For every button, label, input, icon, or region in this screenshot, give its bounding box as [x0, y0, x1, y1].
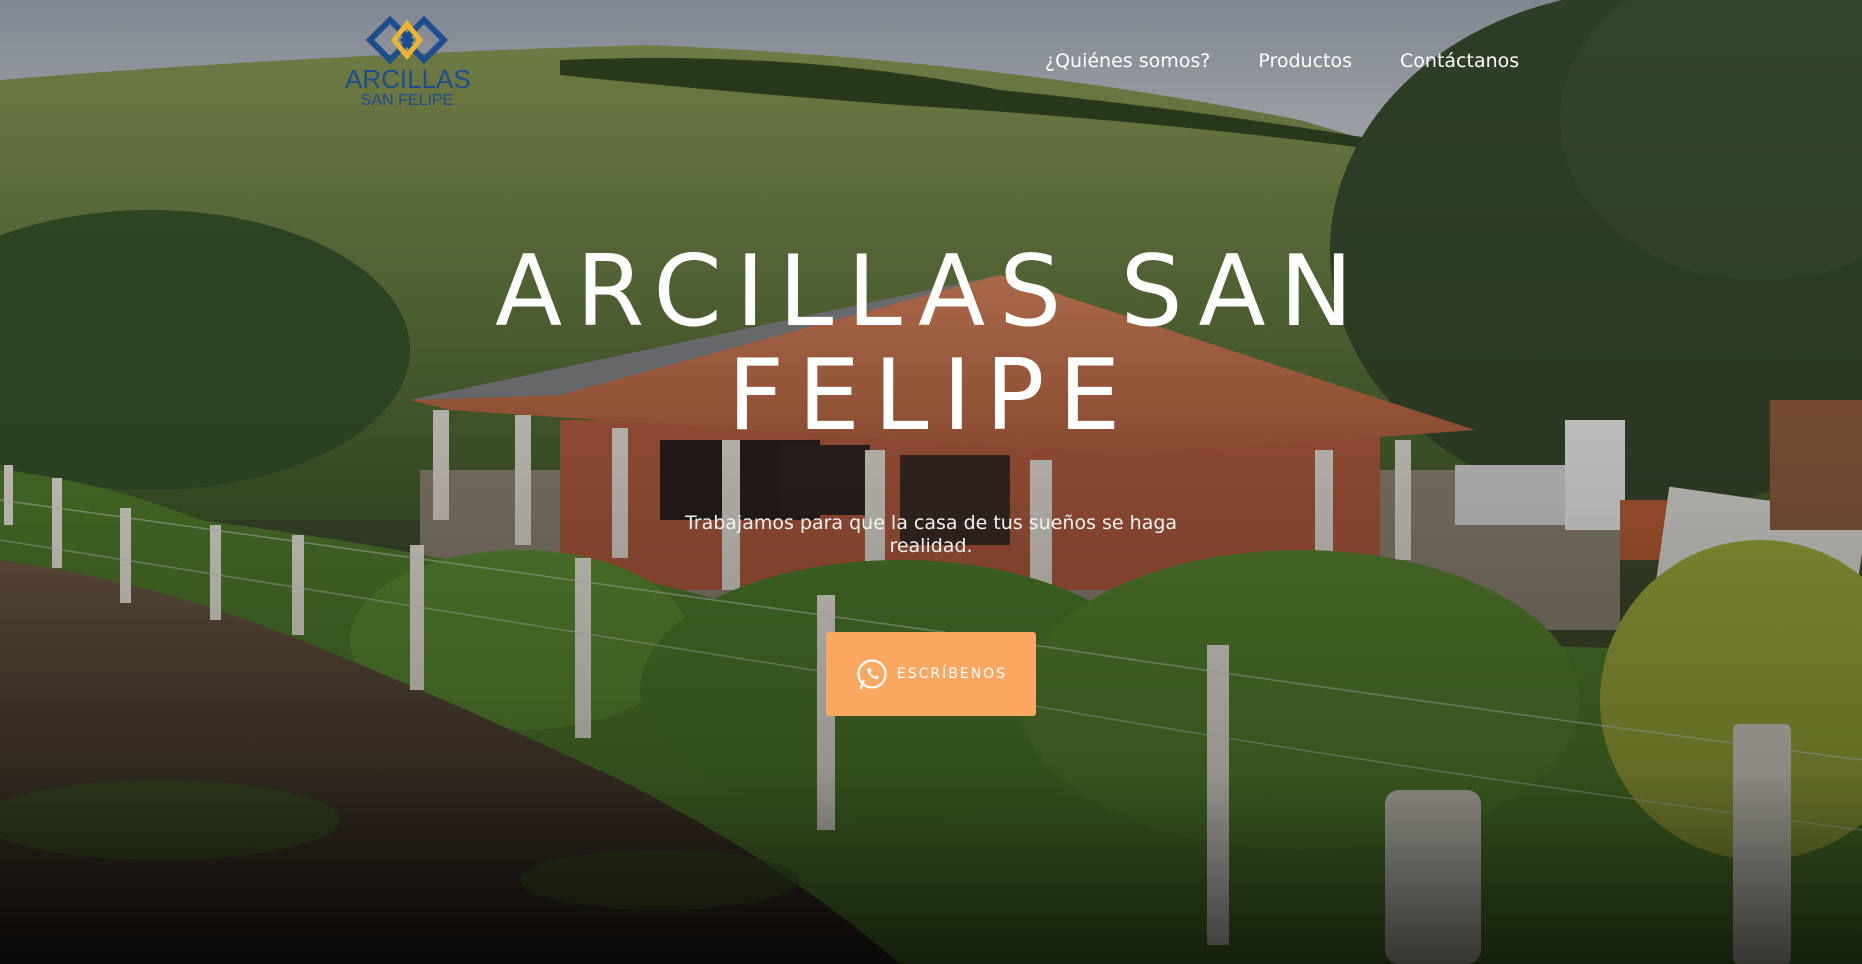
nav-item-quienes-somos[interactable]: ¿Quiénes somos? — [1045, 50, 1210, 72]
whatsapp-icon — [857, 659, 887, 690]
brand-logo[interactable]: ARCILLAS SAN FELIPE — [345, 16, 471, 116]
nav-item-contactanos[interactable]: Contáctanos — [1400, 50, 1519, 72]
logo-subtitle-text: SAN FELIPE — [360, 92, 454, 109]
write-us-button-label: ESCRÍBENOS — [896, 666, 1008, 682]
nav-item-productos[interactable]: Productos — [1258, 50, 1352, 72]
hero-title: ARCILLAS SAN FELIPE — [495, 235, 1367, 453]
site-header: ARCILLAS SAN FELIPE ¿Quiénes somos? Prod… — [0, 0, 1862, 120]
hero-darken-overlay — [0, 0, 1862, 964]
write-us-button[interactable]: ESCRÍBENOS — [826, 632, 1036, 716]
hero-section: ARCILLAS SAN FELIPE ¿Quiénes somos? Prod… — [0, 0, 1862, 964]
logo-name-text: ARCILLAS — [345, 64, 471, 94]
logo-mark-icon — [365, 16, 449, 64]
main-navigation: ¿Quiénes somos? Productos Contáctanos — [1045, 50, 1519, 72]
hero-subtitle: Trabajamos para que la casa de tus sueño… — [684, 512, 1178, 557]
